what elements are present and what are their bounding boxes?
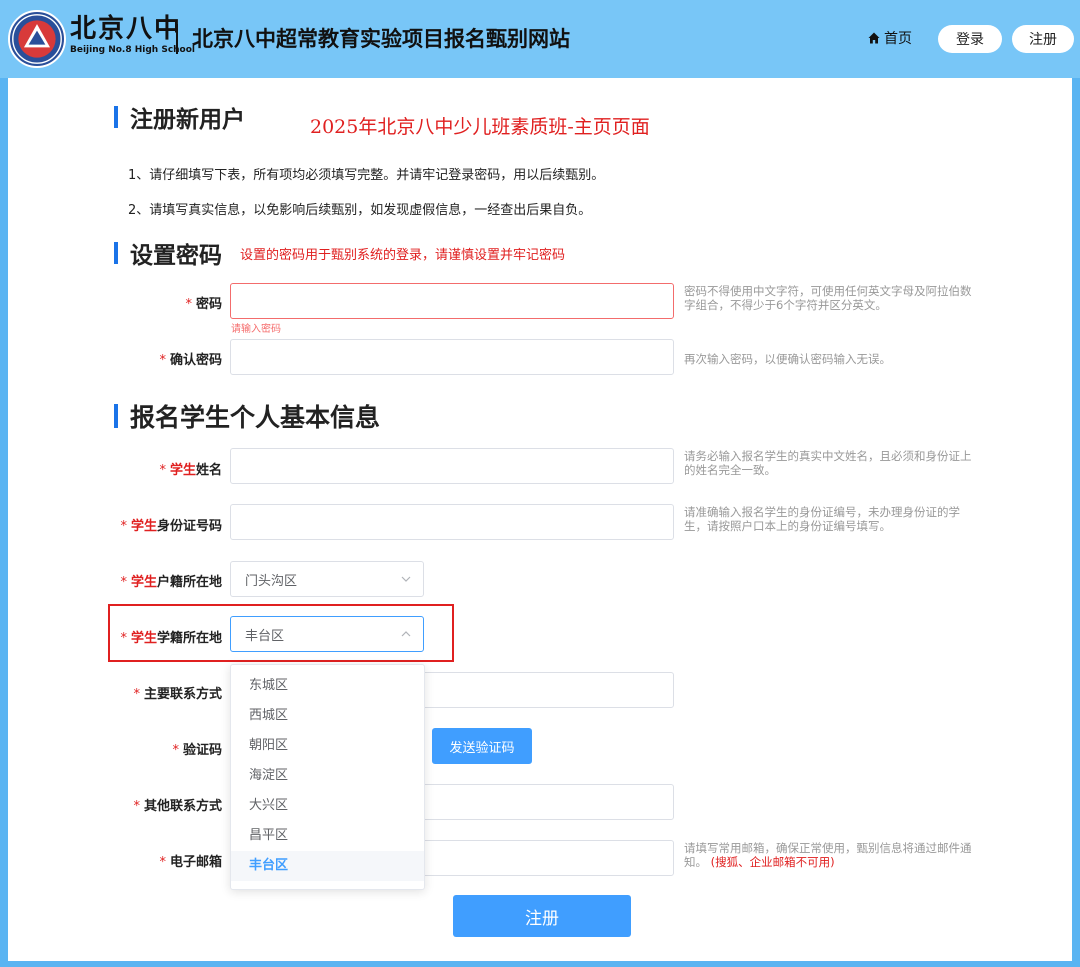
home-icon: [868, 32, 880, 44]
student-name-hint: 请务必输入报名学生的真实中文姓名，且必须和身份证上的姓名完全一致。: [684, 449, 972, 477]
student-id-hint: 请准确输入报名学生的身份证编号，未办理身份证的学生，请按照户口本上的身份证编号填…: [684, 505, 960, 533]
required-mark: *: [159, 463, 166, 478]
confirm-password-hint: 再次输入密码，以便确认密码输入无误。: [684, 352, 891, 366]
password-section-heading: 设置密码 设置的密码用于甄别系统的登录，请谨慎设置并牢记密码: [114, 236, 565, 270]
confirm-password-label-text: 确认密码: [169, 353, 222, 368]
register-section-heading: 注册新用户: [114, 100, 245, 134]
email-hint: 请填写常用邮箱，确保正常使用，甄别信息将通过邮件通知。 (搜狐、企业邮箱不可用): [684, 841, 974, 869]
required-mark: *: [133, 687, 140, 702]
student-id-label-text: 身份证号码: [156, 519, 222, 534]
school-reg-selected-value: 丰台区: [245, 628, 285, 644]
required-mark: *: [120, 631, 127, 646]
site-header: 北京八中 Beijing No.8 High School 北京八中超常教育实验…: [0, 0, 1080, 78]
required-mark: *: [120, 519, 127, 534]
student-name-label: * 学生姓名: [22, 459, 222, 478]
district-dropdown: 东城区 西城区 朝阳区 海淀区 大兴区 昌平区 丰台区: [230, 664, 425, 890]
school-reg-location-label-text: 学籍所在地: [156, 631, 222, 646]
student-name-label-text: 姓名: [195, 463, 222, 478]
chevron-up-icon: [401, 631, 411, 637]
student-name-input[interactable]: [230, 448, 674, 484]
required-mark: *: [159, 353, 166, 368]
password-error-message: 请输入密码: [231, 324, 281, 335]
required-mark: *: [133, 799, 140, 814]
login-button[interactable]: 登录: [938, 25, 1002, 53]
school-reg-location-label: * 学生学籍所在地: [22, 627, 222, 646]
student-id-label: * 学生身份证号码: [22, 515, 222, 534]
instruction-line-2: 2、请填写真实信息，以免影响后续甄别，如发现虚假信息，一经查出后果自负。: [128, 203, 592, 218]
password-label: * 密码: [22, 293, 222, 312]
registration-panel: 注册新用户 2025年北京八中少儿班素质班-主页页面 1、请仔细填写下表，所有项…: [8, 78, 1072, 961]
hukou-location-label: * 学生户籍所在地: [22, 571, 222, 590]
hukou-selected-value: 门头沟区: [245, 573, 298, 589]
password-hint: 密码不得使用中文字符，可使用任何英文字母及阿拉伯数字组合，不得少于6个字符并区分…: [684, 284, 972, 312]
dropdown-option[interactable]: 朝阳区: [231, 731, 424, 761]
main-contact-label: * 主要联系方式: [22, 683, 222, 702]
send-verify-code-button[interactable]: 发送验证码: [432, 728, 532, 764]
register-submit-button[interactable]: 注册: [453, 895, 631, 937]
section-accent-bar: [114, 404, 118, 428]
register-title: 注册新用户: [130, 107, 245, 133]
dropdown-option-selected[interactable]: 丰台区: [231, 851, 424, 881]
confirm-password-input[interactable]: [230, 339, 674, 375]
main-contact-label-text: 主要联系方式: [143, 687, 222, 702]
student-word: 学生: [130, 575, 157, 590]
dropdown-option[interactable]: 东城区: [231, 671, 424, 701]
other-contact-label-text: 其他联系方式: [143, 799, 222, 814]
header-divider: [176, 24, 178, 54]
verify-code-label: * 验证码: [22, 739, 222, 758]
section-accent-bar: [114, 106, 118, 128]
verify-code-label-text: 验证码: [182, 743, 222, 758]
nav-home-link[interactable]: 首页: [868, 28, 912, 48]
school-reg-location-select[interactable]: 丰台区: [230, 616, 424, 652]
student-word: 学生: [130, 519, 157, 534]
school-logo[interactable]: [8, 10, 66, 68]
overlay-red-title: 2025年北京八中少儿班素质班-主页页面: [310, 116, 650, 138]
required-mark: *: [172, 743, 179, 758]
password-section-title: 设置密码: [130, 243, 222, 269]
instruction-line-1: 1、请仔细填写下表，所有项均必须填写完整。并请牢记登录密码，用以后续甄别。: [128, 168, 605, 183]
password-input[interactable]: [230, 283, 674, 319]
student-id-input[interactable]: [230, 504, 674, 540]
password-section-note: 设置的密码用于甄别系统的登录，请谨慎设置并牢记密码: [240, 247, 566, 263]
hukou-location-select[interactable]: 门头沟区: [230, 561, 424, 597]
dropdown-option[interactable]: 海淀区: [231, 761, 424, 791]
student-section-heading: 报名学生个人基本信息: [114, 398, 380, 434]
required-mark: *: [185, 297, 192, 312]
chevron-down-icon: [401, 576, 411, 582]
nav-home-label: 首页: [884, 31, 912, 47]
student-section-title: 报名学生个人基本信息: [130, 403, 381, 432]
dropdown-option[interactable]: 昌平区: [231, 821, 424, 851]
hukou-location-label-text: 户籍所在地: [156, 575, 222, 590]
site-title: 北京八中超常教育实验项目报名甄别网站: [192, 27, 570, 51]
confirm-password-label: * 确认密码: [22, 349, 222, 368]
dropdown-option[interactable]: 大兴区: [231, 791, 424, 821]
email-label: * 电子邮箱: [22, 851, 222, 870]
other-contact-label: * 其他联系方式: [22, 795, 222, 814]
email-hint-warning: (搜狐、企业邮箱不可用): [710, 855, 835, 869]
email-label-text: 电子邮箱: [169, 855, 222, 870]
required-mark: *: [120, 575, 127, 590]
register-nav-button[interactable]: 注册: [1012, 25, 1074, 53]
student-word: 学生: [130, 631, 157, 646]
password-label-text: 密码: [195, 297, 222, 312]
student-word: 学生: [169, 463, 196, 478]
section-accent-bar: [114, 242, 118, 264]
dropdown-option[interactable]: 西城区: [231, 701, 424, 731]
required-mark: *: [159, 855, 166, 870]
school-emblem-icon: [12, 14, 62, 64]
